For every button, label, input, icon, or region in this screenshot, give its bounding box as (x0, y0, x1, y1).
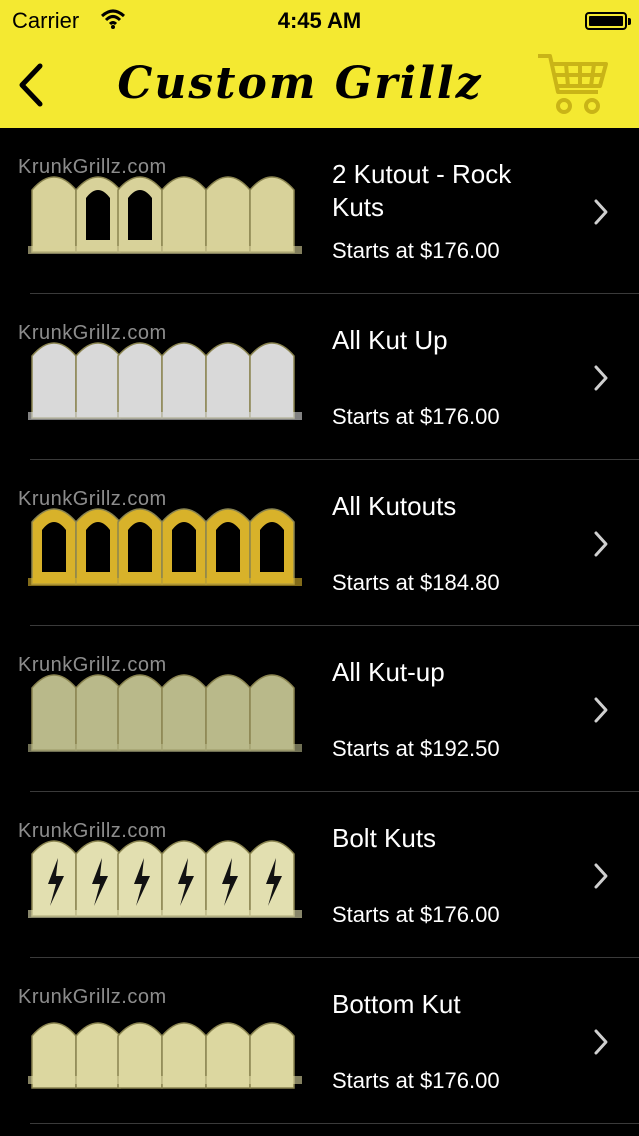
product-name: All Kutouts (332, 491, 457, 521)
chevron-right-icon (594, 199, 608, 225)
chevron-right-icon (594, 697, 608, 723)
product-thumbnail: KrunkGrillz.com (14, 976, 316, 1108)
product-name: All Kut Up (332, 325, 448, 355)
watermark: KrunkGrillz.com (18, 322, 167, 344)
product-price: Starts at $176.00 (332, 238, 500, 263)
chevron-right-icon (594, 1029, 608, 1055)
watermark: KrunkGrillz.com (18, 654, 167, 676)
product-name: All Kut-up (332, 657, 445, 687)
row-separator (30, 1123, 639, 1124)
watermark: KrunkGrillz.com (18, 986, 167, 1008)
product-thumbnail: KrunkGrillz.com (14, 644, 316, 776)
product-thumbnail: KrunkGrillz.com (14, 146, 316, 278)
product-row[interactable]: KrunkGrillz.com 2 Kutout - Rock Kuts Sta… (0, 128, 639, 294)
chevron-right-icon (594, 531, 608, 557)
status-time: 4:45 AM (277, 8, 362, 33)
product-name: 2 Kutout - Rock Kuts (332, 159, 512, 222)
product-price: Starts at $184.80 (332, 570, 500, 595)
product-name: Bottom Kut (332, 989, 461, 1019)
watermark: KrunkGrillz.com (18, 820, 167, 842)
back-button[interactable] (12, 60, 52, 110)
product-row[interactable]: KrunkGrillz.com Bolt Kuts Starts at $176… (0, 792, 639, 958)
watermark: KrunkGrillz.com (18, 488, 167, 510)
product-thumbnail: KrunkGrillz.com (14, 478, 316, 610)
product-name: Bolt Kuts (332, 823, 437, 853)
product-price: Starts at $176.00 (332, 1068, 500, 1093)
chevron-right-icon (594, 863, 608, 889)
product-price: Starts at $192.50 (332, 736, 500, 761)
page-title: Custom Grillz (117, 57, 483, 109)
product-row[interactable]: KrunkGrillz.com All Kutouts Starts at $1… (0, 460, 639, 626)
product-list: KrunkGrillz.com 2 Kutout - Rock Kuts Sta… (0, 128, 639, 1124)
status-bar: Carrier 4:45 AM (0, 0, 639, 40)
product-row[interactable]: KrunkGrillz.com All Kut Up Starts at $17… (0, 294, 639, 460)
product-price: Starts at $176.00 (332, 404, 500, 429)
battery-icon (585, 12, 631, 30)
nav-header: Carrier 4:45 AM Custom Grillz (0, 0, 639, 128)
product-row[interactable]: KrunkGrillz.com All Kut-up Starts at $19… (0, 626, 639, 792)
watermark: KrunkGrillz.com (18, 156, 167, 178)
chevron-right-icon (594, 365, 608, 391)
product-thumbnail: KrunkGrillz.com (14, 810, 316, 942)
shopping-cart-icon[interactable] (536, 50, 608, 116)
product-row[interactable]: KrunkGrillz.com Bottom Kut Starts at $17… (0, 958, 639, 1124)
product-price: Starts at $176.00 (332, 902, 500, 927)
product-thumbnail: KrunkGrillz.com (14, 312, 316, 444)
